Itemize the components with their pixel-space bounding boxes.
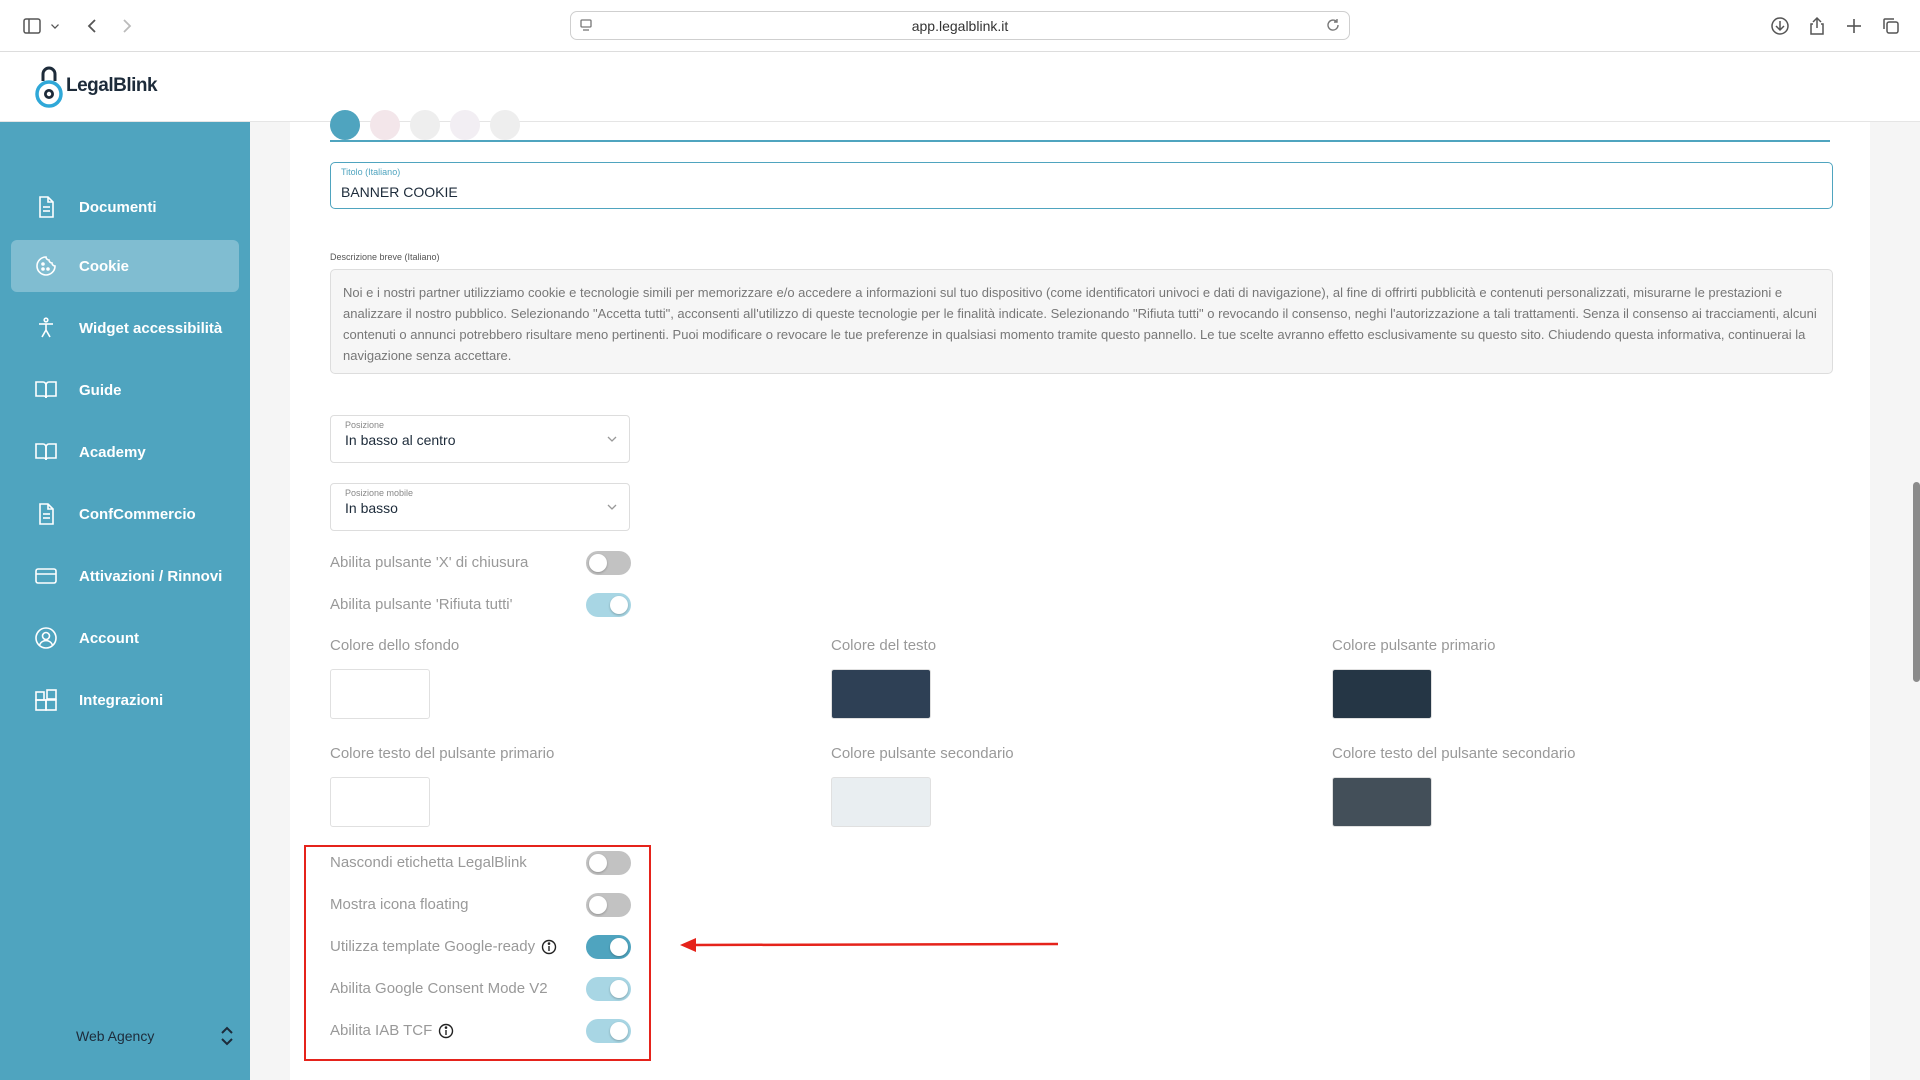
- scrollbar[interactable]: [1913, 482, 1920, 682]
- lock-logo-icon: [35, 66, 63, 108]
- close-button-toggle[interactable]: [586, 551, 631, 575]
- sidebar-item-label: Attivazioni / Rinnovi: [79, 567, 223, 585]
- secondary-button-color-swatch[interactable]: [831, 777, 931, 827]
- primary-button-color-field: Colore pulsante primario: [1332, 637, 1592, 719]
- user-icon: [33, 625, 59, 651]
- sidebar-item-attivazioni-rinnovi[interactable]: Attivazioni / Rinnovi: [11, 550, 239, 602]
- reject-all-toggle[interactable]: [586, 593, 631, 617]
- text-color-swatch[interactable]: [831, 669, 931, 719]
- sidebar-item-label: Integrazioni: [79, 691, 164, 709]
- address-bar[interactable]: app.legalblink.it: [570, 11, 1350, 40]
- sidebar-item-confcommercio[interactable]: ConfCommercio: [11, 488, 239, 540]
- sidebar-item-label: Account: [79, 629, 139, 647]
- language-tab[interactable]: [410, 110, 440, 140]
- toggle-label: Abilita pulsante 'X' di chiusura: [330, 554, 529, 571]
- primary-button-color-swatch[interactable]: [1332, 669, 1432, 719]
- browser-toolbar: app.legalblink.it: [0, 0, 1920, 52]
- color-label: Colore pulsante secondario: [831, 745, 1014, 762]
- close-button-toggle-row: Abilita pulsante 'X' di chiusura: [330, 549, 640, 575]
- toggle-label: Abilita pulsante 'Rifiuta tutti': [330, 596, 513, 613]
- document-icon: [33, 194, 59, 220]
- sidebar-item-label: Widget accessibilità: [79, 319, 223, 337]
- legalblink-logo[interactable]: LegalBlink: [34, 63, 158, 109]
- title-field-label: Titolo (Italiano): [341, 167, 401, 177]
- sidebar-item-label: Cookie: [79, 257, 130, 275]
- book-icon: [33, 439, 59, 465]
- accessibility-icon: [33, 315, 59, 341]
- reload-icon[interactable]: [1325, 17, 1341, 33]
- annotation-highlight-box: [304, 845, 651, 1061]
- sidebar-item-integrazioni[interactable]: Integrazioni: [11, 674, 239, 726]
- background-color-swatch[interactable]: [330, 669, 430, 719]
- chevron-down-icon: [605, 500, 619, 514]
- chevron-down-icon[interactable]: [48, 14, 62, 38]
- document-icon: [33, 501, 59, 527]
- agency-label: Web Agency: [76, 1028, 155, 1044]
- language-tabs: [330, 110, 1830, 142]
- primary-button-text-color-field: Colore testo del pulsante primario: [330, 745, 590, 827]
- mobile-position-select-label: Posizione mobile: [345, 488, 414, 498]
- text-color-field: Colore del testo: [831, 637, 1091, 719]
- url-text: app.legalblink.it: [911, 18, 1009, 34]
- color-label: Colore dello sfondo: [330, 637, 460, 654]
- title-field-value: BANNER COOKIE: [341, 184, 458, 200]
- chevron-up-down-icon[interactable]: [218, 1024, 236, 1048]
- language-tab[interactable]: [330, 110, 360, 140]
- sidebar-item-label: Academy: [79, 443, 146, 461]
- forward-icon[interactable]: [115, 14, 139, 38]
- mobile-position-select[interactable]: Posizione mobile In basso: [330, 483, 630, 531]
- new-tab-icon[interactable]: [1842, 14, 1866, 38]
- sidebar-item-label: ConfCommercio: [79, 505, 196, 523]
- sidebar-item-cookie[interactable]: Cookie: [11, 240, 239, 292]
- title-field[interactable]: Titolo (Italiano) BANNER COOKIE: [330, 162, 1833, 209]
- logo-text: LegalBlink: [66, 75, 158, 96]
- share-icon[interactable]: [1805, 14, 1829, 38]
- language-tab[interactable]: [370, 110, 400, 140]
- position-select-value: In basso al centro: [345, 432, 456, 448]
- color-label: Colore testo del pulsante primario: [330, 745, 555, 762]
- chevron-down-icon: [605, 432, 619, 446]
- sidebar-item-widget-accessibilita[interactable]: Widget accessibilità: [11, 302, 239, 354]
- position-select-label: Posizione: [345, 420, 385, 430]
- position-select[interactable]: Posizione In basso al centro: [330, 415, 630, 463]
- card-icon: [33, 563, 59, 589]
- reject-all-toggle-row: Abilita pulsante 'Rifiuta tutti': [330, 591, 640, 617]
- secondary-button-text-color-field: Colore testo del pulsante secondario: [1332, 745, 1592, 827]
- sidebar-item-documenti[interactable]: Documenti: [11, 181, 239, 233]
- color-label: Colore testo del pulsante secondario: [1332, 745, 1576, 762]
- color-label: Colore pulsante primario: [1332, 637, 1496, 654]
- sidebar-item-academy[interactable]: Academy: [11, 426, 239, 478]
- language-tab[interactable]: [490, 110, 520, 140]
- sidebar-item-account[interactable]: Account: [11, 612, 239, 664]
- book-icon: [33, 377, 59, 403]
- secondary-button-color-field: Colore pulsante secondario: [831, 745, 1091, 827]
- sidebar: Documenti Cookie Widget accessibilità Gu…: [0, 122, 250, 1080]
- language-tab[interactable]: [450, 110, 480, 140]
- description-field-label: Descrizione breve (Italiano): [330, 252, 440, 262]
- back-icon[interactable]: [80, 14, 104, 38]
- download-icon[interactable]: [1768, 14, 1792, 38]
- annotation-arrow-icon: [680, 938, 1059, 952]
- primary-button-text-color-swatch[interactable]: [330, 777, 430, 827]
- color-label: Colore del testo: [831, 637, 937, 654]
- cookie-icon: [33, 253, 59, 279]
- secondary-button-text-color-swatch[interactable]: [1332, 777, 1432, 827]
- sidebar-item-label: Documenti: [79, 198, 157, 216]
- mobile-position-select-value: In basso: [345, 500, 398, 516]
- tab-overview-icon[interactable]: [1879, 14, 1903, 38]
- integrations-icon: [33, 687, 59, 713]
- sidebar-item-label: Guide: [79, 381, 122, 399]
- sidebar-item-guide[interactable]: Guide: [11, 364, 239, 416]
- description-field[interactable]: Noi e i nostri partner utilizziamo cooki…: [330, 269, 1833, 374]
- app-header: LegalBlink: [0, 53, 1920, 122]
- background-color-field: Colore dello sfondo: [330, 637, 590, 719]
- sidebar-toggle-icon[interactable]: [20, 14, 44, 38]
